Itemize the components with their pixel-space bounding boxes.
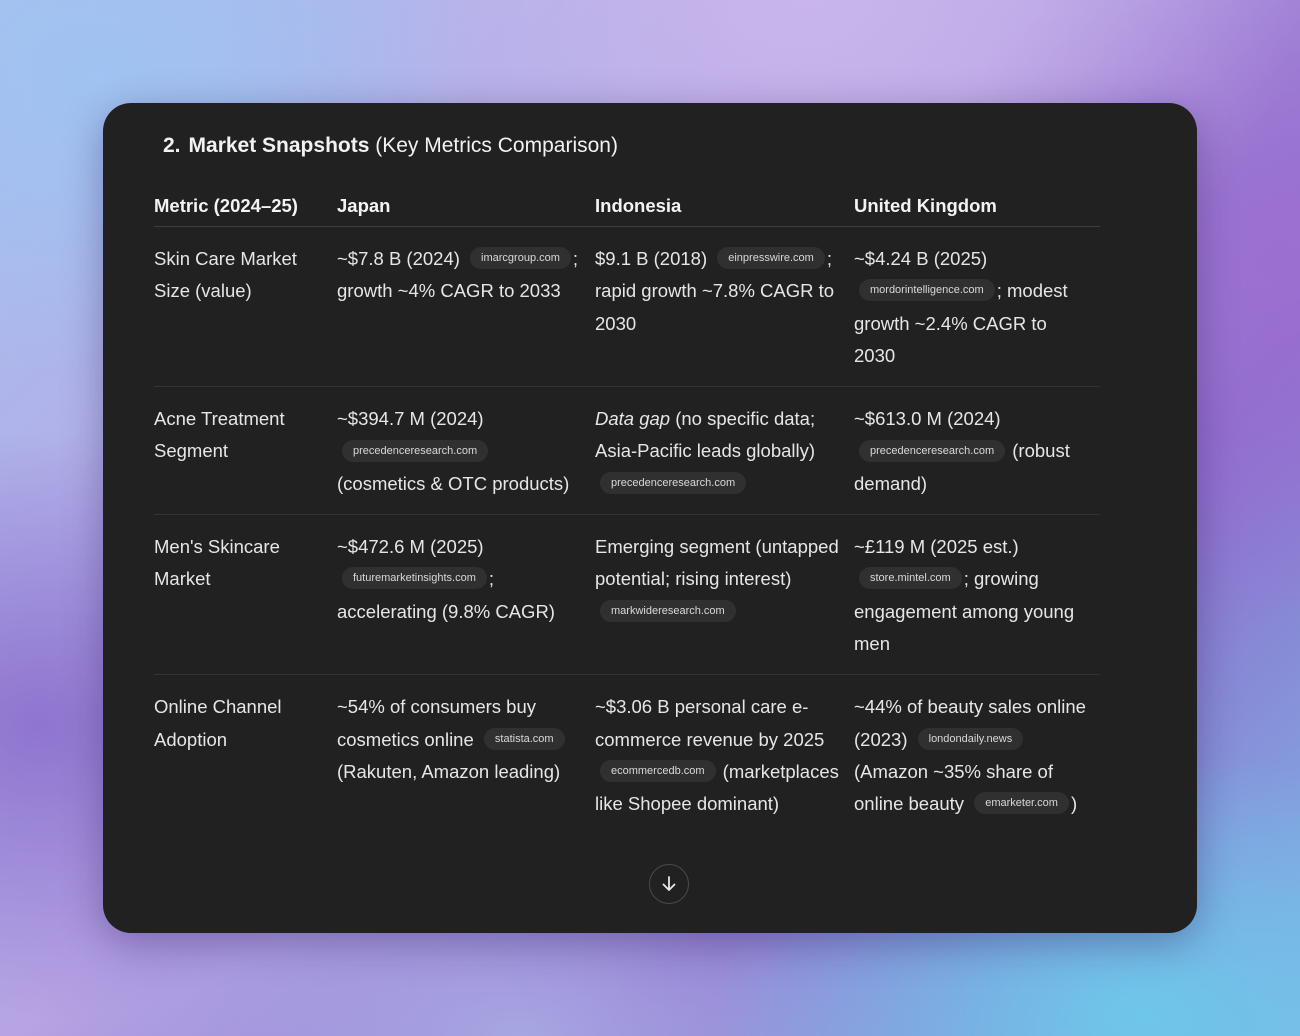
table-row: Men's Skincare Market ~$472.6 M (2025) f… (154, 514, 1100, 676)
chat-message-panel: 2. Market Snapshots (Key Metrics Comparis… (103, 103, 1197, 933)
source-chip[interactable]: londondaily.news (917, 727, 1024, 750)
source-chip[interactable]: statista.com (483, 727, 565, 750)
header-japan: Japan (337, 195, 595, 227)
market-snapshot-table: Metric (2024–25) Japan Indonesia United … (154, 195, 1100, 834)
header-indonesia: Indonesia (595, 195, 854, 227)
scroll-to-bottom-button[interactable] (649, 864, 689, 904)
header-metric: Metric (2024–25) (154, 195, 337, 227)
source-chip[interactable]: imarcgroup.com (470, 247, 571, 270)
data-gap-label: Data gap (595, 408, 671, 430)
source-chip[interactable]: precedenceresearch.com (859, 439, 1006, 462)
source-chip[interactable]: einpresswire.com (717, 247, 825, 270)
source-chip[interactable]: mordorintelligence.com (859, 279, 995, 302)
japan-cell: ~$472.6 M (2025) futuremarketinsights.co… (337, 514, 595, 676)
table-row: Acne Treatment Segment ~$394.7 M (2024) … (154, 386, 1100, 516)
table-row: Skin Care Market Size (value) ~$7.8 B (2… (154, 226, 1100, 388)
japan-cell: ~$394.7 M (2024) precedenceresearch.com … (337, 386, 595, 516)
source-chip[interactable]: precedenceresearch.com (342, 439, 489, 462)
section-title-bold: Market Snapshots (188, 134, 370, 157)
indonesia-cell: Emerging segment (untapped potential; ri… (595, 514, 854, 676)
table-header-row: Metric (2024–25) Japan Indonesia United … (154, 195, 1100, 227)
metric-cell: Skin Care Market Size (value) (154, 226, 337, 388)
source-chip[interactable]: precedenceresearch.com (600, 471, 747, 494)
metric-cell: Online Channel Adoption (154, 696, 282, 750)
uk-cell: ~$613.0 M (2024) precedenceresearch.com … (854, 386, 1100, 516)
indonesia-cell: $9.1 B (2018) einpresswire.com; rapid gr… (595, 226, 854, 388)
source-chip[interactable]: futuremarketinsights.com (342, 567, 487, 590)
source-chip[interactable]: emarketer.com (974, 792, 1069, 815)
table-row: Online Channel Adoption ~54% of consumer… (154, 675, 1100, 835)
header-uk: United Kingdom (854, 195, 1100, 227)
uk-cell: ~$4.24 B (2025) mordorintelligence.com; … (854, 226, 1100, 388)
japan-cell: ~54% of consumers buy cosmetics online s… (337, 675, 595, 835)
source-chip[interactable]: store.mintel.com (859, 567, 962, 590)
indonesia-cell: ~$3.06 B personal care e-commerce revenu… (595, 696, 839, 815)
japan-cell: ~$7.8 B (2024) imarcgroup.com; growth ~4… (337, 226, 595, 388)
section-number: 2. (163, 134, 181, 157)
metric-cell: Acne Treatment Segment (154, 386, 337, 516)
source-chip[interactable]: markwideresearch.com (600, 599, 736, 622)
section-title-rest: (Key Metrics Comparison) (369, 134, 618, 157)
metric-cell: Men's Skincare Market (154, 514, 337, 676)
source-chip[interactable]: ecommercedb.com (600, 759, 716, 782)
uk-cell: ~44% of beauty sales online (2023) londo… (854, 696, 1086, 815)
indonesia-cell: Data gap (no specific data; Asia-Pacific… (595, 386, 854, 516)
section-heading: 2. Market Snapshots (Key Metrics Comparis… (163, 133, 618, 159)
arrow-down-icon (662, 876, 676, 891)
uk-cell: ~£119 M (2025 est.) store.mintel.com; gr… (854, 514, 1100, 676)
